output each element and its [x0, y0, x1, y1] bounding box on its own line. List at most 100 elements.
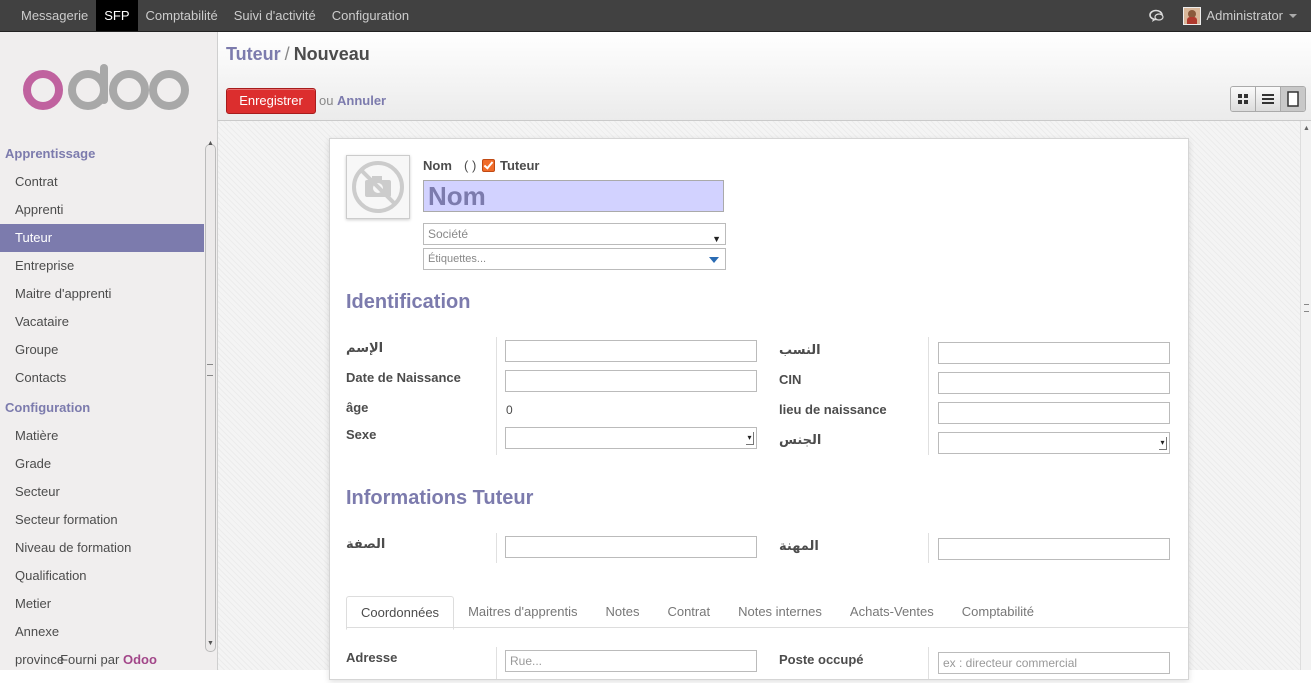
- odoo-logo: [23, 64, 189, 110]
- tab-achats-ventes[interactable]: Achats-Ventes: [836, 596, 948, 628]
- breadcrumb: Tuteur / Nouveau: [226, 44, 370, 65]
- sidebar-item-contacts[interactable]: Contacts: [0, 364, 204, 392]
- scroll-grip-icon[interactable]: [1304, 304, 1309, 312]
- cin-input[interactable]: [938, 372, 1170, 394]
- sidebar-item-grade[interactable]: Grade: [0, 450, 204, 478]
- topnav-sfp[interactable]: SFP: [96, 0, 138, 31]
- tutor-checkbox[interactable]: [482, 159, 495, 172]
- dropdown-arrow-icon: ▾: [746, 432, 754, 445]
- name-label: Nom: [423, 158, 452, 173]
- label-nasab: النسب: [779, 342, 821, 357]
- left-sidebar: Apprentissage Contrat Apprenti Tuteur En…: [0, 32, 218, 670]
- date-naissance-input[interactable]: [505, 370, 757, 392]
- dropdown-arrow-icon: ▾: [1159, 437, 1167, 450]
- top-right-area: Administrator: [1149, 0, 1311, 31]
- cancel-link[interactable]: Annuler: [337, 93, 386, 108]
- age-value: 0: [506, 403, 513, 417]
- tab-coordonnees[interactable]: Coordonnées: [346, 596, 455, 630]
- scroll-grip-icon[interactable]: [207, 364, 213, 376]
- label-mihna: المهنة: [779, 538, 819, 553]
- chevron-down-icon: [1289, 13, 1297, 18]
- sifa-input[interactable]: [505, 536, 757, 558]
- list-icon: [1262, 94, 1274, 104]
- sidebar-item-contrat[interactable]: Contrat: [0, 168, 204, 196]
- divider: [496, 647, 497, 679]
- scroll-up-icon[interactable]: ▲: [1303, 125, 1310, 132]
- photo-field[interactable]: [346, 155, 410, 219]
- label-ism: الإسم: [346, 340, 384, 355]
- kanban-view-button[interactable]: [1231, 87, 1256, 111]
- sidebar-item-secteur-formation[interactable]: Secteur formation: [0, 506, 204, 534]
- powered-by: Fourni par Odoo: [0, 652, 217, 667]
- sexe-select[interactable]: ▾: [505, 427, 757, 449]
- form-sheet: Nom ( ) Tuteur Nom Société ▼ Étiquettes.…: [329, 138, 1189, 680]
- label-poste-occupe: Poste occupé: [779, 652, 864, 667]
- sidebar-item-entreprise[interactable]: Entreprise: [0, 252, 204, 280]
- sidebar-scrollbar[interactable]: ▲ ▼: [204, 140, 216, 654]
- label-date-naissance: Date de Naissance: [346, 370, 461, 385]
- form-view-button[interactable]: [1281, 87, 1305, 111]
- sidebar-item-qualification[interactable]: Qualification: [0, 562, 204, 590]
- sidebar-item-apprenti[interactable]: Apprenti: [0, 196, 204, 224]
- top-menu: Messagerie SFP Comptabilité Suivi d'acti…: [13, 0, 417, 31]
- tab-contrat[interactable]: Contrat: [653, 596, 724, 628]
- chat-icon[interactable]: [1149, 9, 1165, 23]
- company-select[interactable]: Société ▼: [423, 223, 726, 245]
- scroll-up-icon[interactable]: ▲: [207, 140, 214, 147]
- sidebar-item-metier[interactable]: Metier: [0, 590, 204, 618]
- scroll-down-icon[interactable]: ▼: [207, 640, 214, 647]
- tab-notes[interactable]: Notes: [591, 596, 653, 628]
- lieu-naissance-input[interactable]: [938, 402, 1170, 424]
- name-input[interactable]: Nom: [423, 180, 724, 212]
- company-placeholder: Société: [428, 227, 469, 241]
- sidebar-menu: Apprentissage Contrat Apprenti Tuteur En…: [0, 140, 204, 683]
- sidebar-item-groupe[interactable]: Groupe: [0, 336, 204, 364]
- powered-prefix: Fourni par: [60, 652, 120, 667]
- label-cin: CIN: [779, 372, 802, 387]
- tab-maitres-apprentis[interactable]: Maitres d'apprentis: [454, 596, 591, 628]
- tab-comptabilite[interactable]: Comptabilité: [948, 596, 1048, 628]
- sidebar-item-maitre-apprenti[interactable]: Maitre d'apprenti: [0, 280, 204, 308]
- sidebar-item-secteur[interactable]: Secteur: [0, 478, 204, 506]
- list-view-button[interactable]: [1256, 87, 1281, 111]
- form-header: Tuteur / Nouveau Enregistrer ou Annuler: [218, 32, 1311, 121]
- position-placeholder: ex : directeur commercial: [943, 656, 1078, 670]
- tab-notes-internes[interactable]: Notes internes: [724, 596, 836, 628]
- tags-input[interactable]: Étiquettes...: [423, 248, 726, 270]
- street-placeholder: Rue...: [510, 654, 543, 668]
- tutor-checkbox-label: Tuteur: [500, 158, 540, 173]
- label-age: âge: [346, 400, 369, 415]
- save-button[interactable]: Enregistrer: [226, 88, 316, 114]
- view-switcher: [1230, 86, 1306, 112]
- avatar: [1183, 6, 1202, 25]
- breadcrumb-parent[interactable]: Tuteur: [226, 44, 281, 64]
- jins-select[interactable]: ▾: [938, 432, 1170, 454]
- scrollbar-track[interactable]: [205, 144, 216, 652]
- topnav-messagerie[interactable]: Messagerie: [13, 0, 96, 31]
- powered-brand-link[interactable]: Odoo: [123, 652, 157, 667]
- breadcrumb-separator: /: [284, 44, 290, 64]
- topnav-suivi-activite[interactable]: Suivi d'activité: [226, 0, 324, 31]
- user-menu[interactable]: Administrator: [1183, 6, 1297, 25]
- topnav-configuration[interactable]: Configuration: [324, 0, 417, 31]
- mihna-input[interactable]: [938, 538, 1170, 560]
- user-name: Administrator: [1206, 8, 1283, 23]
- sidebar-item-vacataire[interactable]: Vacataire: [0, 308, 204, 336]
- top-navbar: Messagerie SFP Comptabilité Suivi d'acti…: [0, 0, 1311, 32]
- sidebar-section-configuration: Configuration: [5, 400, 91, 415]
- tabs-divider: [346, 627, 1188, 628]
- ism-input[interactable]: [505, 340, 757, 362]
- notebook-tabs: Coordonnées Maitres d'apprentis Notes Co…: [346, 596, 1048, 630]
- position-input[interactable]: ex : directeur commercial: [938, 652, 1170, 674]
- label-adresse: Adresse: [346, 650, 398, 665]
- divider: [496, 337, 497, 455]
- nasab-input[interactable]: [938, 342, 1170, 364]
- sidebar-item-niveau-formation[interactable]: Niveau de formation: [0, 534, 204, 562]
- sidebar-item-annexe[interactable]: Annexe: [0, 618, 204, 646]
- street-input[interactable]: Rue...: [505, 650, 757, 672]
- topnav-comptabilite[interactable]: Comptabilité: [138, 0, 226, 31]
- sidebar-item-tuteur[interactable]: Tuteur: [0, 224, 204, 252]
- sidebar-item-matiere[interactable]: Matière: [0, 422, 204, 450]
- content-scrollbar[interactable]: ▲: [1300, 121, 1311, 670]
- form-icon: [1287, 91, 1299, 107]
